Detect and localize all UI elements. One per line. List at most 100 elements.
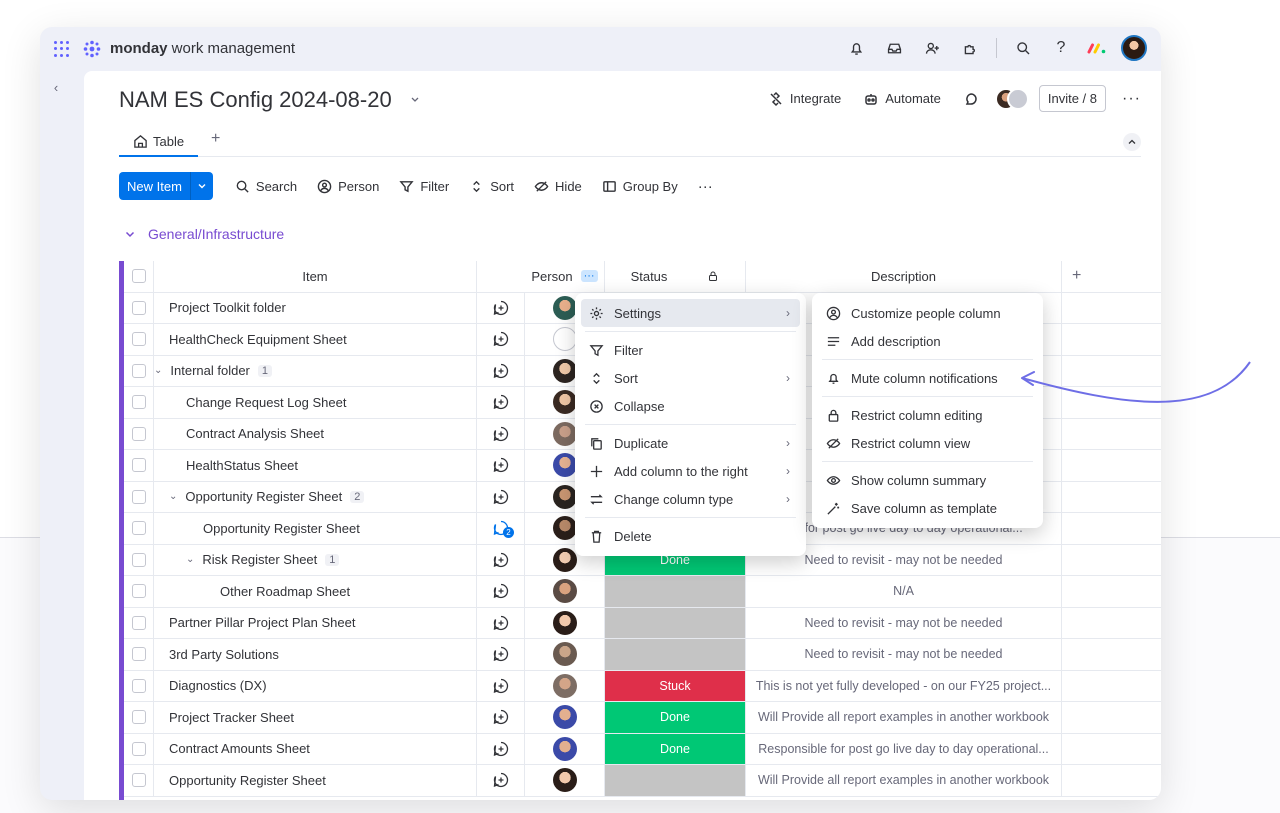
add-update-icon[interactable] [477, 576, 525, 607]
row-checkbox[interactable] [124, 702, 154, 733]
menu-filter[interactable]: Filter [581, 336, 800, 364]
item-name-cell[interactable]: Opportunity Register Sheet [154, 765, 477, 796]
table-row[interactable]: 3rd Party Solutions Need to revisit - may… [124, 639, 1161, 671]
expand-subitems-icon[interactable]: ⌄ [169, 491, 177, 502]
table-row[interactable]: Opportunity Register Sheet Will Provide a… [124, 765, 1161, 797]
tab-table[interactable]: Table [119, 127, 199, 157]
column-header-person[interactable]: Person ··· [525, 261, 605, 292]
menu-collapse[interactable]: Collapse [581, 392, 800, 420]
row-checkbox[interactable] [124, 450, 154, 481]
add-view-button[interactable]: + [211, 130, 220, 148]
add-update-icon[interactable] [477, 670, 525, 701]
person-cell[interactable] [525, 607, 605, 638]
person-cell[interactable] [525, 576, 605, 607]
expand-subitems-icon[interactable]: ⌄ [186, 554, 194, 565]
row-checkbox[interactable] [124, 544, 154, 575]
description-cell[interactable]: Will Provide all report examples in anot… [746, 702, 1062, 733]
description-cell[interactable]: Need to revisit - may not be needed [746, 639, 1062, 670]
person-cell[interactable] [525, 670, 605, 701]
item-name-cell[interactable]: Other Roadmap Sheet [154, 576, 477, 607]
new-item-dropdown-icon[interactable] [189, 172, 213, 200]
group-header[interactable]: General/Infrastructure [124, 226, 284, 242]
row-checkbox[interactable] [124, 324, 154, 355]
item-name-cell[interactable]: Opportunity Register Sheet [154, 513, 477, 544]
add-update-icon[interactable] [477, 387, 525, 418]
add-update-icon[interactable] [477, 324, 525, 355]
search-icon[interactable] [1011, 36, 1035, 60]
invite-button[interactable]: Invite / 8 [1038, 85, 1107, 112]
submenu-show-summary[interactable]: Show column summary [818, 466, 1037, 494]
person-filter-button[interactable]: Person [309, 172, 387, 200]
submenu-add-description[interactable]: Add description [818, 327, 1037, 355]
person-cell[interactable] [525, 765, 605, 796]
board-title[interactable]: NAM ES Config 2024-08-20 [119, 87, 392, 113]
table-row[interactable]: Project Tracker Sheet Done Will Provide al… [124, 702, 1161, 734]
row-checkbox[interactable] [124, 481, 154, 512]
search-button[interactable]: Search [227, 172, 305, 200]
item-name-cell[interactable]: Diagnostics (DX) [154, 670, 477, 701]
status-cell[interactable] [605, 765, 746, 796]
person-cell[interactable] [525, 639, 605, 670]
row-checkbox[interactable] [124, 418, 154, 449]
menu-sort[interactable]: Sort › [581, 364, 800, 392]
add-update-icon[interactable] [477, 292, 525, 323]
add-update-icon[interactable] [477, 544, 525, 575]
menu-settings[interactable]: Settings › [581, 299, 800, 327]
expand-subitems-icon[interactable]: ⌄ [154, 365, 162, 376]
description-cell[interactable]: Will Provide all report examples in anot… [746, 765, 1062, 796]
integrate-button[interactable]: Integrate [762, 87, 847, 111]
row-checkbox[interactable] [124, 765, 154, 796]
user-avatar[interactable] [1121, 35, 1147, 61]
apps-puzzle-icon[interactable] [958, 36, 982, 60]
table-row[interactable]: Diagnostics (DX) Stuck This is not yet ful… [124, 670, 1161, 702]
description-cell[interactable]: N/A [746, 576, 1062, 607]
description-cell[interactable]: Need to revisit - may not be needed [746, 607, 1062, 638]
group-name[interactable]: General/Infrastructure [148, 226, 284, 242]
board-members[interactable] [994, 87, 1029, 110]
help-icon[interactable]: ? [1049, 36, 1073, 60]
item-name-cell[interactable]: ⌄ Internal folder 1 [154, 355, 477, 386]
item-name-cell[interactable]: Project Tracker Sheet [154, 702, 477, 733]
table-row[interactable]: Partner Pillar Project Plan Sheet Need to… [124, 607, 1161, 639]
submenu-save-template[interactable]: Save column as template [818, 494, 1037, 522]
description-cell[interactable]: Responsible for post go live day to day … [746, 733, 1062, 764]
add-update-icon[interactable] [477, 418, 525, 449]
status-cell[interactable] [605, 576, 746, 607]
person-cell[interactable] [525, 702, 605, 733]
column-header-description[interactable]: Description [746, 261, 1062, 292]
apps-grid-icon[interactable] [54, 41, 70, 57]
brand-name[interactable]: monday work management [110, 40, 295, 57]
item-name-cell[interactable]: 3rd Party Solutions [154, 639, 477, 670]
menu-duplicate[interactable]: Duplicate › [581, 429, 800, 457]
item-name-cell[interactable]: HealthStatus Sheet [154, 450, 477, 481]
menu-change-column-type[interactable]: Change column type › [581, 485, 800, 513]
row-checkbox[interactable] [124, 292, 154, 323]
invite-members-icon[interactable] [920, 36, 944, 60]
hide-button[interactable]: Hide [526, 172, 590, 200]
status-cell[interactable] [605, 639, 746, 670]
add-column-button[interactable]: + [1062, 261, 1161, 292]
add-update-icon[interactable] [477, 702, 525, 733]
item-name-cell[interactable]: Partner Pillar Project Plan Sheet [154, 607, 477, 638]
submenu-mute-notifications[interactable]: Mute column notifications [818, 364, 1037, 392]
row-checkbox[interactable] [124, 355, 154, 386]
row-checkbox[interactable] [124, 387, 154, 418]
automate-button[interactable]: Automate [857, 87, 947, 111]
add-update-icon[interactable] [477, 733, 525, 764]
add-update-icon[interactable] [477, 765, 525, 796]
row-checkbox[interactable] [124, 639, 154, 670]
add-update-icon[interactable]: 2 [477, 513, 525, 544]
submenu-restrict-view[interactable]: Restrict column view [818, 429, 1037, 457]
add-update-icon[interactable] [477, 450, 525, 481]
add-update-icon[interactable] [477, 355, 525, 386]
row-checkbox[interactable] [124, 670, 154, 701]
status-cell[interactable]: Done [605, 702, 746, 733]
new-item-button[interactable]: New Item [119, 172, 213, 200]
inbox-icon[interactable] [882, 36, 906, 60]
status-cell[interactable]: Done [605, 733, 746, 764]
item-name-cell[interactable]: Project Toolkit folder [154, 292, 477, 323]
chevron-down-icon[interactable] [410, 95, 420, 105]
item-name-cell[interactable]: ⌄ Opportunity Register Sheet 2 [154, 481, 477, 512]
more-toolbar-icon[interactable]: ··· [690, 172, 721, 200]
submenu-restrict-editing[interactable]: Restrict column editing [818, 401, 1037, 429]
